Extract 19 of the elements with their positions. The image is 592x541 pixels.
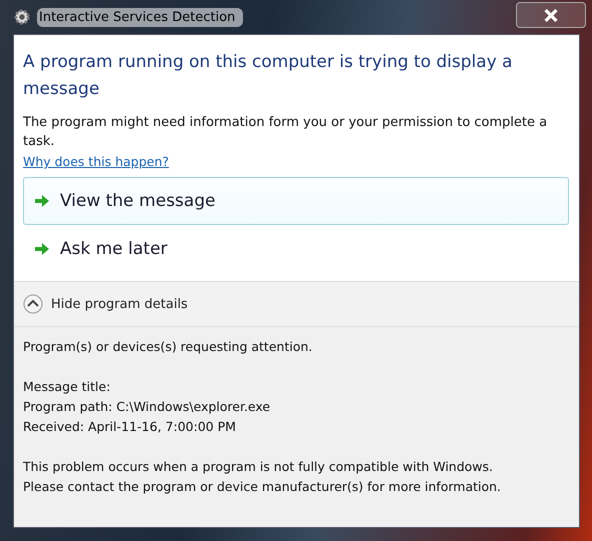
- details-text: Message title:: [23, 378, 112, 396]
- arrow-icon: [34, 242, 50, 256]
- dialog-heading: A program running on this computer is trying to display a message: [23, 51, 514, 101]
- close-button[interactable]: [516, 2, 586, 28]
- details-text: Received: April-11-16, 7:00:00 PM: [23, 418, 237, 436]
- help-link[interactable]: Why does this happen?: [23, 154, 169, 169]
- window-title: Interactive Services Detection: [37, 8, 244, 26]
- arrow-icon: [34, 194, 50, 208]
- details-text: Please contact the program or device manufacturer(s) for more information.: [23, 478, 502, 496]
- description-text: The program might need information form you or your permission to complete a task.: [23, 114, 548, 151]
- details-text: This problem occurs when a program is not fully compatible with Windows.: [23, 458, 494, 476]
- chevron-icon: [23, 294, 43, 314]
- details-text: Program(s) or devices(s) requesting attention.: [23, 338, 314, 356]
- details-text: Program path: C:\Windows\explorer.exe: [23, 398, 272, 416]
- command-link[interactable]: View the message: [23, 177, 569, 225]
- command-link[interactable]: Ask me later: [23, 225, 569, 273]
- details-toggle[interactable]: Hide program details: [23, 294, 188, 314]
- gear-icon: [13, 8, 31, 26]
- close-icon: [543, 8, 559, 22]
